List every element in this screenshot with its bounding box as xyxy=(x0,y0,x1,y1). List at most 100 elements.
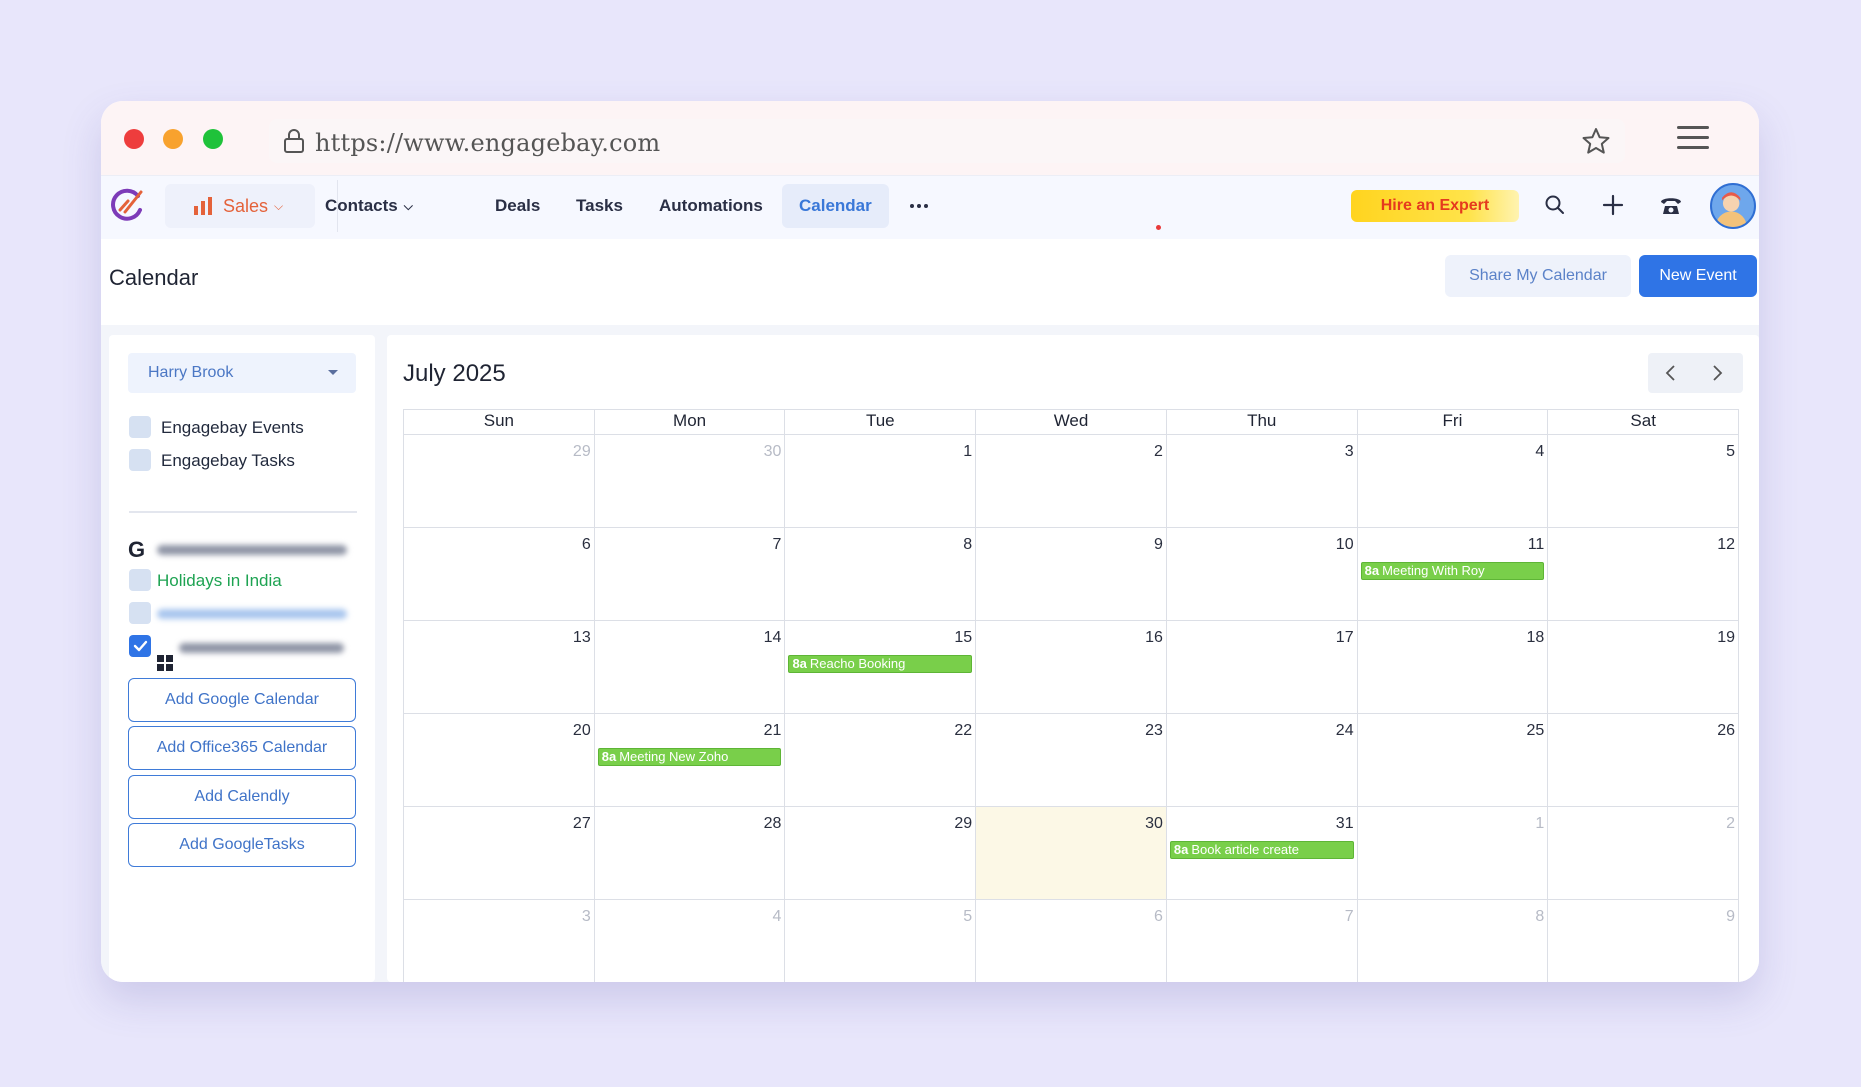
day-cell[interactable]: 6 xyxy=(976,900,1167,982)
day-cell[interactable]: 3 xyxy=(404,900,595,982)
day-cell[interactable]: 14 xyxy=(594,621,786,714)
search-icon[interactable] xyxy=(1542,192,1568,218)
new-event-button[interactable]: New Event xyxy=(1639,255,1757,297)
day-cell[interactable]: 31 8a Book article create xyxy=(1166,807,1358,900)
lock-icon xyxy=(284,129,304,153)
day-number: 7 xyxy=(772,536,782,553)
engagebay-events-checkbox[interactable] xyxy=(129,416,151,438)
hire-an-expert-button[interactable]: Hire an Expert xyxy=(1351,190,1519,222)
day-cell[interactable]: 21 8a Meeting New Zoho xyxy=(594,714,786,807)
event-title: Reacho Booking xyxy=(809,656,906,671)
close-window-button[interactable] xyxy=(124,129,144,149)
maximize-window-button[interactable] xyxy=(203,129,223,149)
redacted-calendar-checkbox[interactable] xyxy=(129,602,151,624)
day-cell[interactable]: 6 xyxy=(404,528,595,621)
more-options-icon[interactable] xyxy=(909,196,929,216)
day-cell[interactable]: 22 xyxy=(785,714,977,807)
calendar-event[interactable]: 8a Book article create xyxy=(1169,841,1354,859)
day-cell-today[interactable]: 30 xyxy=(976,807,1167,900)
redacted-google-account xyxy=(157,545,347,555)
user-avatar[interactable] xyxy=(1710,183,1756,229)
add-office365-calendar-button[interactable]: Add Office365 Calendar xyxy=(128,726,356,770)
share-my-calendar-button[interactable]: Share My Calendar xyxy=(1445,255,1631,297)
day-cell[interactable]: 5 xyxy=(785,900,977,982)
day-number: 1 xyxy=(963,443,973,460)
day-cell[interactable]: 2 xyxy=(976,435,1167,528)
day-cell[interactable]: 20 xyxy=(404,714,595,807)
hamburger-menu-icon[interactable] xyxy=(1677,125,1709,151)
calendar-event[interactable]: 8a Meeting With Roy xyxy=(1360,562,1545,580)
bookmark-star-icon[interactable] xyxy=(1581,127,1611,155)
day-cell[interactable]: 1 xyxy=(1357,807,1549,900)
day-cell[interactable]: 17 xyxy=(1166,621,1358,714)
add-calendly-button[interactable]: Add Calendly xyxy=(128,775,356,819)
nav-item-calendar[interactable]: Calendar xyxy=(782,184,889,228)
nav-item-contacts[interactable]: Contacts ⌵ xyxy=(325,184,413,228)
address-bar[interactable]: https://www.engagebay.com xyxy=(269,119,1625,163)
day-cell[interactable]: 26 xyxy=(1548,714,1740,807)
day-cell[interactable]: 29 xyxy=(785,807,977,900)
week-row: 27 28 29 30 31 8a Book article create 1 2 xyxy=(404,807,1740,900)
day-cell[interactable]: 8 xyxy=(785,528,977,621)
add-google-calendar-button[interactable]: Add Google Calendar xyxy=(128,678,356,722)
day-cell[interactable]: 7 xyxy=(594,528,786,621)
page-header: Calendar Share My Calendar New Event xyxy=(101,239,1759,325)
day-cell[interactable]: 13 xyxy=(404,621,595,714)
day-cell[interactable]: 2 xyxy=(1548,807,1740,900)
engagebay-tasks-checkbox[interactable] xyxy=(129,449,151,471)
plus-icon[interactable] xyxy=(1600,192,1626,218)
event-title: Meeting New Zoho xyxy=(619,749,729,764)
chevron-right-icon[interactable] xyxy=(1708,364,1726,382)
day-number: 2 xyxy=(1726,815,1736,832)
day-cell[interactable]: 25 xyxy=(1357,714,1549,807)
phone-icon[interactable] xyxy=(1658,192,1684,218)
day-number: 8 xyxy=(1535,908,1545,925)
chevron-down-icon: ⌵ xyxy=(274,198,284,213)
sales-module-dropdown[interactable]: Sales ⌵ xyxy=(165,184,315,228)
event-title: Meeting With Roy xyxy=(1382,563,1485,578)
day-cell[interactable]: 9 xyxy=(1548,900,1740,982)
nav-item-automations[interactable]: Automations xyxy=(659,184,763,228)
day-cell[interactable]: 11 8a Meeting With Roy xyxy=(1357,528,1549,621)
day-cell[interactable]: 30 xyxy=(594,435,786,528)
day-cell[interactable]: 5 xyxy=(1548,435,1740,528)
day-cell[interactable]: 19 xyxy=(1548,621,1740,714)
weekday-header: Mon xyxy=(594,410,786,435)
day-cell[interactable]: 1 xyxy=(785,435,977,528)
day-cell[interactable]: 15 8a Reacho Booking xyxy=(785,621,977,714)
nav-item-deals[interactable]: Deals xyxy=(495,184,540,228)
day-cell[interactable]: 4 xyxy=(1357,435,1549,528)
day-cell[interactable]: 3 xyxy=(1166,435,1358,528)
day-cell[interactable]: 23 xyxy=(976,714,1167,807)
nav-item-tasks[interactable]: Tasks xyxy=(576,184,623,228)
google-icon: G xyxy=(128,537,146,562)
day-cell[interactable]: 8 xyxy=(1358,900,1549,982)
day-cell[interactable]: 24 xyxy=(1166,714,1358,807)
day-cell[interactable]: 4 xyxy=(595,900,786,982)
day-number: 6 xyxy=(581,536,591,553)
engagebay-logo-icon[interactable] xyxy=(108,186,146,224)
calendar-event[interactable]: 8a Meeting New Zoho xyxy=(597,748,782,766)
office365-calendar-checkbox[interactable] xyxy=(129,635,151,657)
add-googletasks-button[interactable]: Add GoogleTasks xyxy=(128,823,356,867)
day-cell[interactable]: 28 xyxy=(594,807,786,900)
day-cell[interactable]: 16 xyxy=(976,621,1167,714)
day-cell[interactable]: 18 xyxy=(1357,621,1549,714)
chevron-left-icon[interactable] xyxy=(1662,364,1680,382)
weekday-header: Thu xyxy=(1166,410,1358,435)
day-cell[interactable]: 9 xyxy=(976,528,1167,621)
user-select[interactable]: Harry Brook xyxy=(128,353,356,393)
day-number: 30 xyxy=(1145,815,1163,832)
holidays-in-india-checkbox[interactable] xyxy=(129,569,151,591)
day-cell[interactable]: 7 xyxy=(1167,900,1358,982)
day-cell[interactable]: 10 xyxy=(1166,528,1358,621)
day-number: 15 xyxy=(954,629,973,646)
day-cell[interactable]: 29 xyxy=(404,435,595,528)
day-number: 14 xyxy=(763,629,782,646)
calendar-event[interactable]: 8a Reacho Booking xyxy=(788,655,973,673)
day-cell[interactable]: 12 xyxy=(1548,528,1740,621)
day-cell[interactable]: 27 xyxy=(404,807,595,900)
minimize-window-button[interactable] xyxy=(163,129,183,149)
checkmark-icon xyxy=(133,640,148,652)
bar-chart-icon xyxy=(194,197,212,215)
